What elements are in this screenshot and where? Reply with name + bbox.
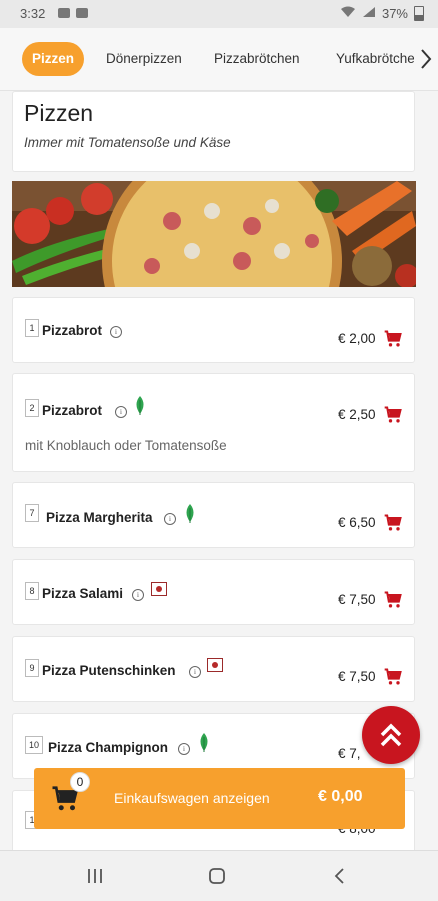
home-icon (209, 868, 225, 884)
info-icon[interactable]: i (110, 326, 122, 338)
status-time: 3:32 (20, 6, 46, 21)
vegetarian-leaf-icon (197, 733, 211, 758)
scroll-to-top-button[interactable] (362, 706, 420, 764)
item-number: 7 (25, 504, 39, 522)
item-price: € 2,00 (338, 331, 376, 346)
item-price: € 7, (338, 746, 361, 761)
cart-count-badge: 0 (70, 772, 90, 792)
vegetarian-leaf-icon (183, 504, 197, 529)
meat-icon (151, 582, 167, 596)
view-cart-button[interactable]: 0 Einkaufswagen anzeigen € 0,00 (34, 768, 405, 829)
item-name: Pizza Salami (42, 586, 124, 601)
signal-icon (362, 6, 376, 21)
tab-doenerpizzen[interactable]: Dönerpizzen (106, 42, 182, 76)
item-name: Pizzabrot (42, 403, 103, 418)
item-name: Pizza Champignon (48, 740, 169, 755)
item-number: 2 (25, 399, 39, 417)
recent-apps-icon (88, 869, 102, 883)
add-to-cart-icon[interactable] (383, 513, 403, 538)
add-to-cart-icon[interactable] (383, 329, 403, 354)
item-description: mit Knoblauch oder Tomatensoße (25, 438, 227, 453)
wifi-icon (340, 6, 356, 21)
tab-pizzabroetchen[interactable]: Pizzabrötchen (214, 42, 300, 76)
item-name: Pizza Margherita (46, 510, 153, 525)
double-chevron-up-icon (380, 723, 402, 747)
add-to-cart-icon[interactable] (383, 405, 403, 430)
info-icon[interactable]: i (132, 589, 144, 601)
category-tabs: Pizzen Dönerpizzen Pizzabrötchen Yufkabr… (0, 28, 438, 91)
notification-icons (58, 8, 88, 18)
item-number: 10 (25, 736, 43, 754)
battery-icon (414, 6, 424, 21)
menu-item[interactable]: 7 Pizza Margherita i € 6,50 (12, 482, 415, 548)
section-header: Pizzen Immer mit Tomatensoße und Käse (12, 91, 415, 172)
status-bar: 3:32 37% (0, 0, 438, 28)
battery-percent: 37% (381, 6, 408, 21)
item-price: € 7,50 (338, 592, 376, 607)
vegetarian-leaf-icon (133, 396, 147, 421)
add-to-cart-icon[interactable] (383, 590, 403, 615)
item-number: 1 (25, 319, 39, 337)
menu-item[interactable]: 9 Pizza Putenschinken i € 7,50 (12, 636, 415, 702)
section-title: Pizzen (24, 100, 94, 126)
item-name: Pizza Putenschinken (42, 663, 176, 678)
youtube-icon (76, 8, 88, 18)
info-icon[interactable]: i (164, 513, 176, 525)
cart-label: Einkaufswagen anzeigen (114, 790, 270, 806)
tabs-scroll-right-button[interactable] (414, 34, 438, 84)
recent-apps-button[interactable] (84, 866, 106, 886)
info-icon[interactable]: i (115, 406, 127, 418)
tab-yufkabroetchen[interactable]: Yufkabrötchen (336, 42, 422, 76)
item-number: 8 (25, 582, 39, 600)
item-price: € 7,50 (338, 669, 376, 684)
back-icon (334, 868, 344, 884)
tab-pizzen[interactable]: Pizzen (22, 42, 85, 76)
item-price: € 6,50 (338, 515, 376, 530)
item-number: 9 (25, 659, 39, 677)
cart-total: € 0,00 (318, 788, 363, 805)
gallery-icon (58, 8, 70, 18)
section-subtitle: Immer mit Tomatensoße und Käse (24, 135, 231, 150)
info-icon[interactable]: i (189, 666, 201, 678)
item-price: € 2,50 (338, 407, 376, 422)
add-to-cart-icon[interactable] (383, 667, 403, 692)
chevron-right-icon (421, 49, 432, 69)
item-name: Pizzabrot (42, 323, 103, 338)
system-navigation-bar (0, 850, 438, 901)
menu-item[interactable]: 1 Pizzabrot i € 2,00 (12, 297, 415, 363)
info-icon[interactable]: i (178, 743, 190, 755)
meat-icon (207, 658, 223, 672)
back-button[interactable] (328, 866, 350, 886)
menu-item[interactable]: 8 Pizza Salami i € 7,50 (12, 559, 415, 625)
menu-item[interactable]: 2 Pizzabrot i € 2,50 mit Knoblauch oder … (12, 373, 415, 472)
pizza-banner-image (12, 181, 416, 287)
home-button[interactable] (206, 866, 228, 886)
